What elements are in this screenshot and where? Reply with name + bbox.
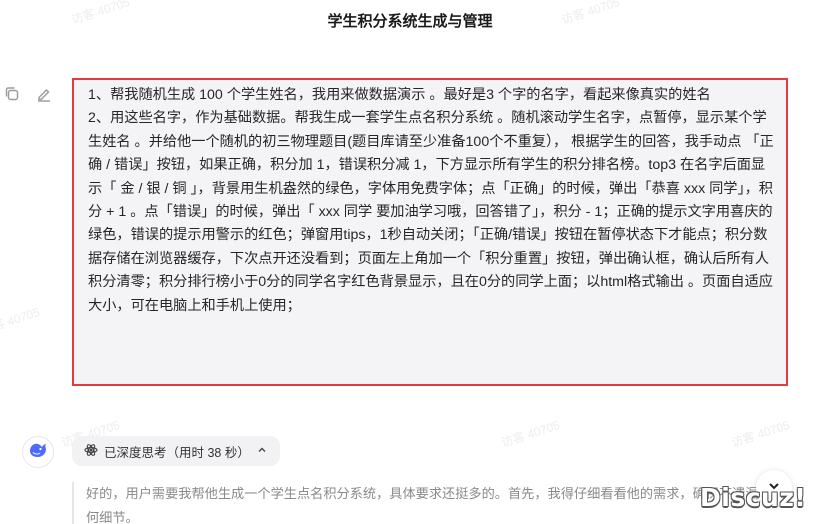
edit-icon[interactable] [34, 84, 54, 104]
page-title: 学生积分系统生成与管理 [327, 13, 493, 30]
assistant-thinking-text: 好的，用户需要我帮他生成一个学生点名积分系统，具体要求还挺多的。首先，我得仔细看… [72, 482, 782, 524]
thinking-toggle[interactable]: 已深度思考（用时 38 秒） [72, 436, 280, 466]
assistant-avatar [22, 436, 54, 468]
user-message-text: 1、帮我随机生成 100 个学生姓名，我用来做数据演示 。最好是3 个字的名字，… [88, 87, 774, 314]
discuz-logo: Discuz! [700, 483, 807, 512]
chat-page: 访客 40705 访客 40705 访客 40705 访客 40705 访客 4… [0, 0, 820, 524]
watermark: 访客 40705 [729, 417, 792, 451]
whale-icon [27, 439, 49, 466]
message-actions [2, 84, 54, 104]
watermark: 访客 40705 [0, 304, 42, 338]
thinking-label: 已深度思考（用时 38 秒） [104, 445, 250, 460]
user-message-bubble: 1、帮我随机生成 100 个学生姓名，我用来做数据演示 。最好是3 个字的名字，… [72, 78, 788, 386]
watermark: 访客 40705 [499, 417, 562, 451]
copy-icon[interactable] [2, 84, 22, 104]
atom-icon [84, 443, 98, 460]
chevron-up-icon [256, 444, 268, 459]
